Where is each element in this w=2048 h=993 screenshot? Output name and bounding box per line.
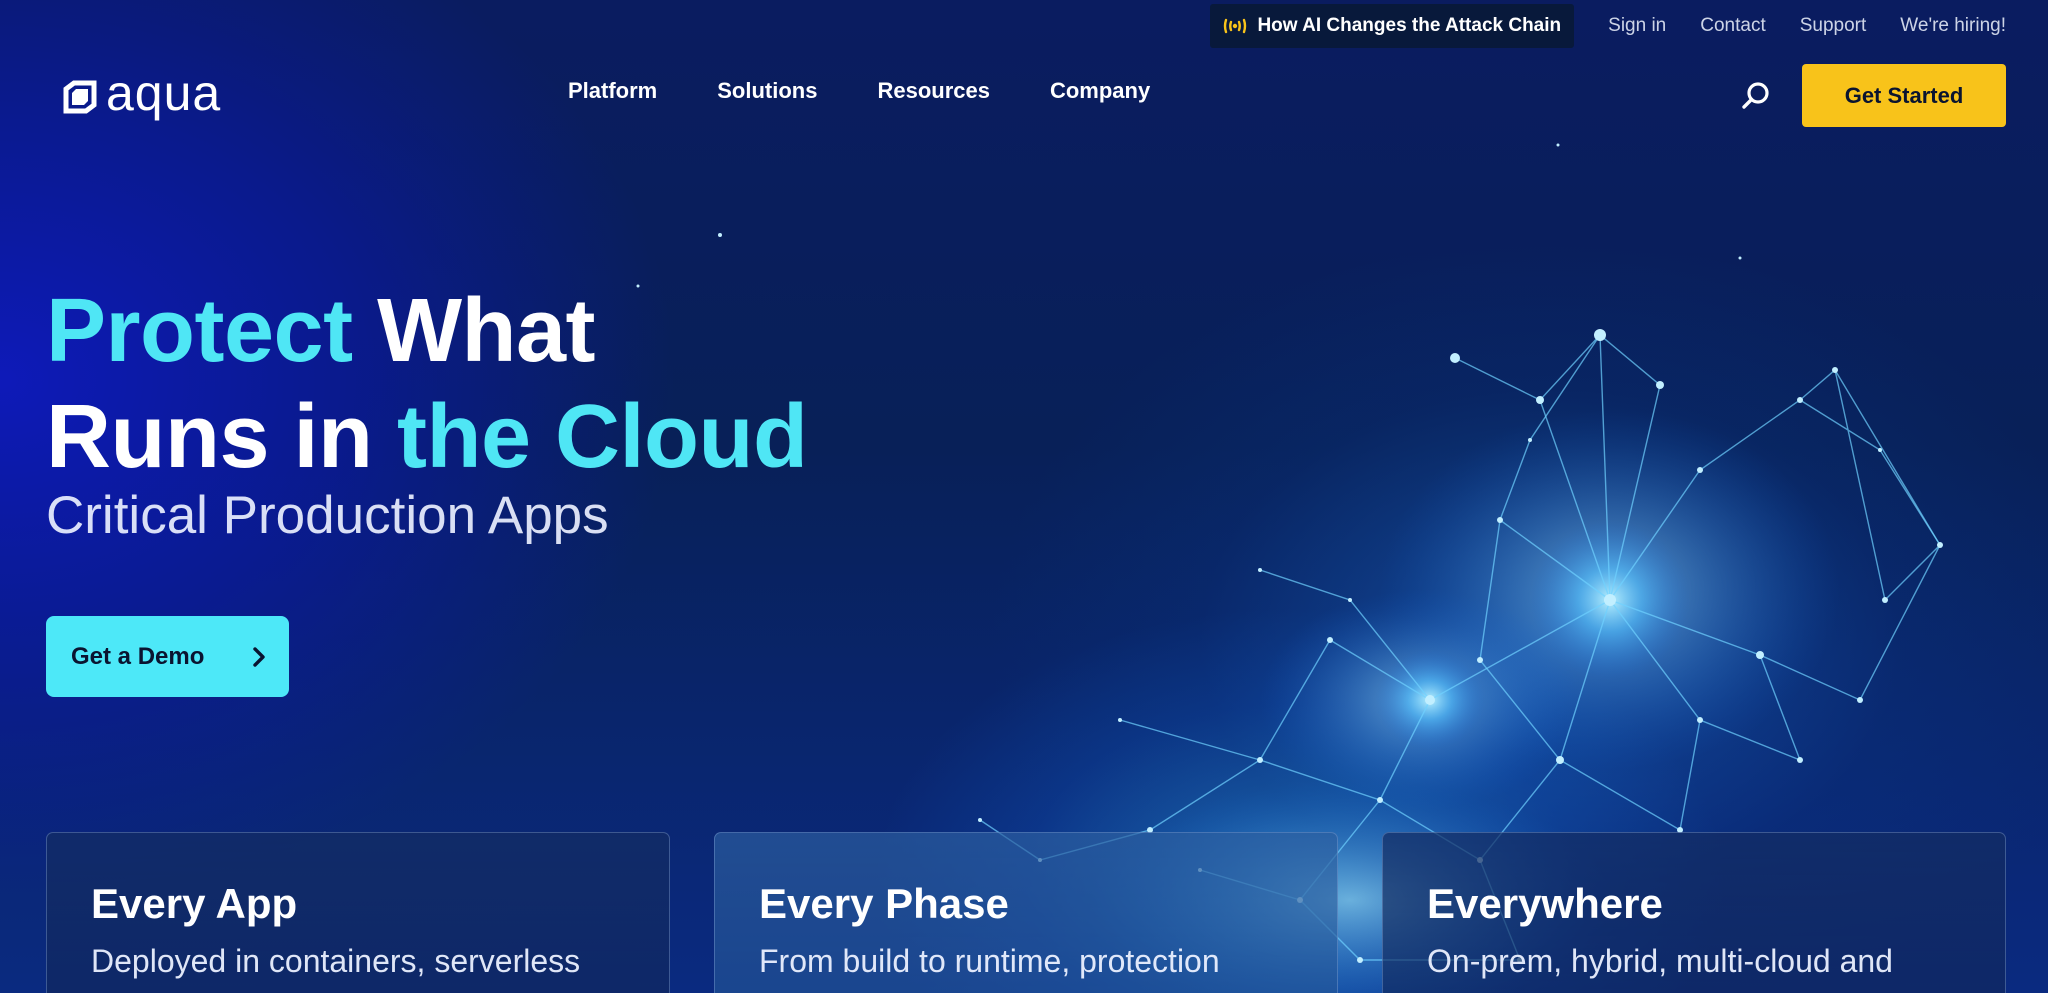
logo-text: aqua bbox=[106, 65, 222, 121]
sign-in-link[interactable]: Sign in bbox=[1608, 15, 1666, 37]
card-text: On-prem, hybrid, multi-cloud and bbox=[1427, 943, 1893, 979]
hero-title-part4: the Cloud bbox=[397, 387, 808, 487]
card-text: From build to runtime, protection bbox=[759, 943, 1220, 979]
hero-title-part3: Runs in bbox=[46, 387, 397, 487]
nav-item-company[interactable]: Company bbox=[1050, 78, 1150, 104]
brand-logo[interactable]: aqua bbox=[62, 68, 221, 118]
card-everywhere[interactable]: Everywhere On-prem, hybrid, multi-cloud … bbox=[1382, 832, 2006, 993]
support-link[interactable]: Support bbox=[1800, 15, 1867, 37]
signal-wave-icon bbox=[1224, 18, 1247, 34]
contact-link[interactable]: Contact bbox=[1700, 15, 1765, 37]
hiring-link[interactable]: We're hiring! bbox=[1900, 15, 2006, 37]
get-demo-label: Get a Demo bbox=[71, 642, 205, 670]
get-demo-button[interactable]: Get a Demo bbox=[46, 616, 289, 697]
nav-item-solutions[interactable]: Solutions bbox=[717, 78, 817, 104]
promo-text: How AI Changes the Attack Chain bbox=[1257, 15, 1562, 36]
chevron-right-icon bbox=[253, 646, 265, 667]
card-title: Everywhere bbox=[1427, 880, 1663, 927]
hero-subtitle: Critical Production Apps bbox=[46, 486, 609, 545]
card-title: Every App bbox=[91, 880, 298, 927]
card-text: Deployed in containers, serverless bbox=[91, 943, 581, 979]
hero-title: Protect What Runs in the Cloud bbox=[46, 278, 808, 490]
get-started-button[interactable]: Get Started bbox=[1802, 64, 2006, 127]
card-every-phase[interactable]: Every Phase From build to runtime, prote… bbox=[714, 832, 1338, 993]
search-icon[interactable] bbox=[1740, 80, 1772, 112]
feature-cards: Every App Deployed in containers, server… bbox=[46, 832, 2006, 993]
utility-bar: How AI Changes the Attack Chain Sign in … bbox=[1210, 0, 2006, 52]
hero-title-part2: What bbox=[352, 281, 596, 381]
nav-item-resources[interactable]: Resources bbox=[877, 78, 990, 104]
promo-banner[interactable]: How AI Changes the Attack Chain bbox=[1210, 4, 1575, 48]
logo-mark-icon bbox=[63, 80, 97, 114]
hero-title-part1: Protect bbox=[46, 281, 353, 381]
main-nav: Platform Solutions Resources Company bbox=[568, 78, 1150, 104]
card-every-app[interactable]: Every App Deployed in containers, server… bbox=[46, 832, 670, 993]
nav-item-platform[interactable]: Platform bbox=[568, 78, 657, 104]
card-title: Every Phase bbox=[759, 880, 1009, 927]
